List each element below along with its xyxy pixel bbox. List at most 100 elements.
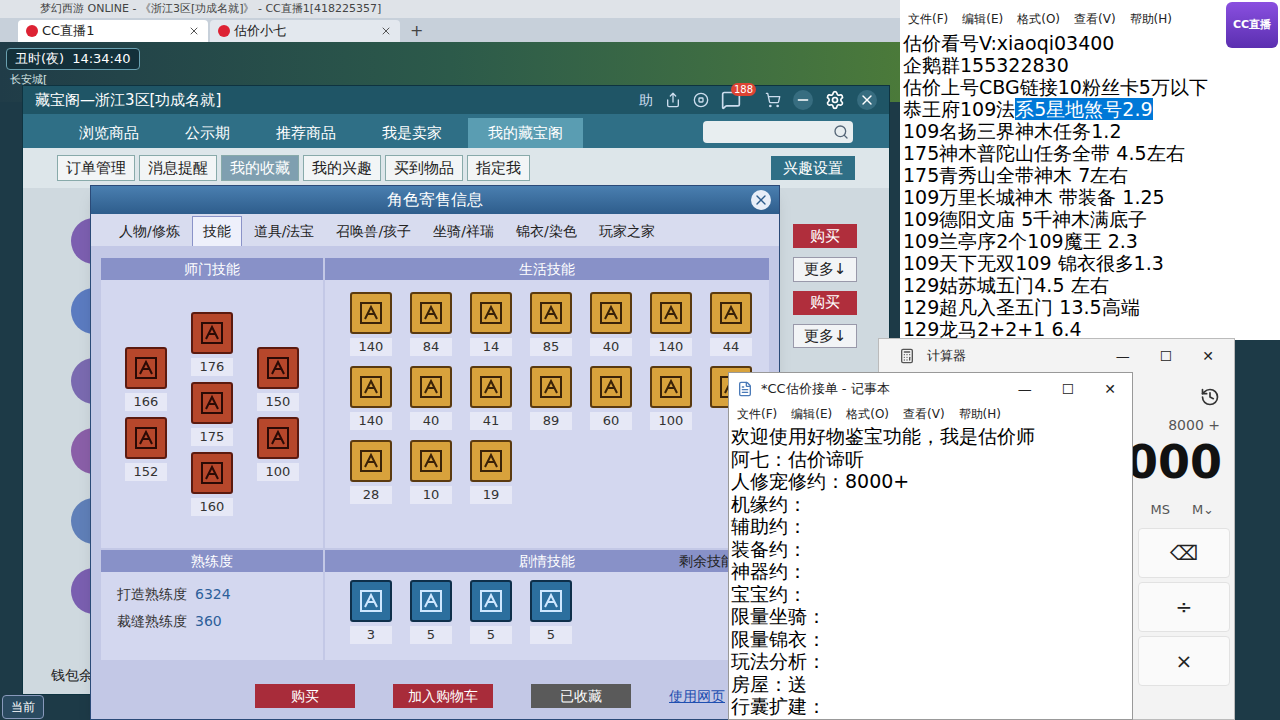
stop-icon[interactable]: [693, 92, 709, 108]
skill-icon[interactable]: [410, 440, 452, 482]
cbg-subtab[interactable]: 我的兴趣: [303, 155, 381, 182]
more-button[interactable]: 更多↓: [793, 257, 857, 282]
skill-icon[interactable]: [410, 292, 452, 334]
cbg-subtab[interactable]: 指定我: [467, 155, 530, 182]
school-skill[interactable]: 152: [125, 417, 167, 481]
cbg-tab[interactable]: 推荐商品: [256, 118, 356, 148]
memory-button[interactable]: MS: [1150, 500, 1169, 520]
notes-text[interactable]: 估价看号V:xiaoqi03400企鹅群155322830估价上号CBG链接10…: [900, 28, 1280, 340]
menu-item[interactable]: 编辑(E): [962, 10, 1003, 28]
skill-icon[interactable]: [590, 292, 632, 334]
dialog-tab[interactable]: 坐骑/祥瑞: [423, 216, 504, 246]
buy-button[interactable]: 购买: [793, 224, 857, 248]
life-skill[interactable]: 40: [589, 292, 633, 356]
window-control[interactable]: ✕: [1104, 379, 1116, 400]
skill-icon[interactable]: [410, 366, 452, 408]
menu-item[interactable]: 文件(F): [737, 405, 777, 423]
life-skill[interactable]: 44: [709, 292, 753, 356]
window-control[interactable]: —: [1116, 346, 1130, 367]
school-skill[interactable]: 176: [191, 312, 233, 376]
life-skill[interactable]: 140: [349, 292, 393, 356]
buy-button[interactable]: 购买: [793, 291, 857, 315]
skill-icon[interactable]: [650, 366, 692, 408]
gear-icon[interactable]: [825, 90, 845, 110]
skill-icon[interactable]: [710, 292, 752, 334]
skill-icon[interactable]: [530, 580, 572, 622]
dialog-tab[interactable]: 技能: [192, 216, 242, 246]
menu-item[interactable]: 格式(O): [846, 405, 889, 423]
life-skill[interactable]: 100: [649, 366, 693, 430]
skill-icon[interactable]: [650, 292, 692, 334]
life-skill[interactable]: 60: [589, 366, 633, 430]
dialog-button[interactable]: 购买: [255, 684, 355, 708]
search-icon[interactable]: [833, 124, 849, 140]
calc-key[interactable]: ×: [1138, 636, 1230, 686]
life-skill[interactable]: 10: [409, 440, 453, 504]
dialog-tab[interactable]: 道具/法宝: [244, 216, 325, 246]
cbg-tab[interactable]: 浏览商品: [59, 118, 159, 148]
life-skill[interactable]: 84: [409, 292, 453, 356]
menu-item[interactable]: 查看(V): [1074, 10, 1116, 28]
life-skill[interactable]: 41: [469, 366, 513, 430]
life-skill[interactable]: 89: [529, 366, 573, 430]
skill-icon[interactable]: [191, 452, 233, 494]
school-skill[interactable]: 175: [191, 382, 233, 446]
skill-icon[interactable]: [470, 580, 512, 622]
skill-icon[interactable]: [257, 347, 299, 389]
interest-settings-button[interactable]: 兴趣设置: [771, 156, 855, 181]
close-icon[interactable]: [380, 25, 392, 37]
browser-tab[interactable]: 估价小七: [210, 20, 400, 42]
game-bottom-button[interactable]: 当前: [2, 695, 44, 719]
help-button[interactable]: 助: [639, 90, 653, 111]
school-skill[interactable]: 150: [257, 347, 299, 411]
history-icon[interactable]: [1200, 387, 1220, 407]
window-control[interactable]: ☐: [1160, 346, 1173, 367]
menu-item[interactable]: 帮助(H): [1130, 10, 1172, 28]
new-tab-button[interactable]: +: [402, 20, 431, 42]
story-skill[interactable]: 5: [529, 580, 573, 644]
close-icon[interactable]: [188, 25, 200, 37]
story-skill[interactable]: 3: [349, 580, 393, 644]
more-button[interactable]: 更多↓: [793, 324, 857, 349]
memory-button[interactable]: M⌄: [1192, 500, 1214, 520]
skill-icon[interactable]: [530, 366, 572, 408]
dialog-tab[interactable]: 锦衣/染色: [506, 216, 587, 246]
window-control[interactable]: ✕: [1202, 346, 1214, 367]
close-icon[interactable]: [857, 90, 877, 110]
skill-icon[interactable]: [125, 347, 167, 389]
life-skill[interactable]: 140: [649, 292, 693, 356]
skill-icon[interactable]: [530, 292, 572, 334]
cbg-tab[interactable]: 公示期: [165, 118, 250, 148]
menu-item[interactable]: 编辑(E): [791, 405, 832, 423]
minimize-icon[interactable]: [793, 90, 813, 110]
skill-icon[interactable]: [590, 366, 632, 408]
dialog-tab[interactable]: 人物/修炼: [109, 216, 190, 246]
skill-icon[interactable]: [350, 366, 392, 408]
story-skill[interactable]: 5: [469, 580, 513, 644]
cbg-subtab[interactable]: 我的收藏: [221, 155, 299, 182]
dialog-tab[interactable]: 召唤兽/孩子: [326, 216, 421, 246]
story-skill[interactable]: 5: [409, 580, 453, 644]
calc-key[interactable]: ÷: [1138, 582, 1230, 632]
cbg-tab[interactable]: 我是卖家: [362, 118, 462, 148]
skill-icon[interactable]: [350, 440, 392, 482]
order-notes-text[interactable]: 欢迎使用好物鉴宝功能，我是估价师阿七：估价谛听人修宠修约：8000+机缘约：辅助…: [729, 423, 1132, 718]
skill-icon[interactable]: [257, 417, 299, 459]
share-icon[interactable]: [665, 92, 681, 108]
dialog-button[interactable]: 已收藏: [531, 684, 631, 708]
calc-key[interactable]: ⌫: [1138, 528, 1230, 578]
school-skill[interactable]: 160: [191, 452, 233, 516]
browser-tab[interactable]: CC直播1: [18, 20, 208, 42]
window-control[interactable]: ☐: [1062, 379, 1075, 400]
life-skill[interactable]: 40: [409, 366, 453, 430]
life-skill[interactable]: 19: [469, 440, 513, 504]
skill-icon[interactable]: [191, 312, 233, 354]
skill-icon[interactable]: [470, 292, 512, 334]
cart-icon[interactable]: [765, 92, 781, 108]
cbg-subtab[interactable]: 买到物品: [385, 155, 463, 182]
cbg-tab[interactable]: 我的藏宝阁: [468, 118, 583, 148]
life-skill[interactable]: 14: [469, 292, 513, 356]
skill-icon[interactable]: [470, 440, 512, 482]
skill-icon[interactable]: [191, 382, 233, 424]
skill-icon[interactable]: [470, 366, 512, 408]
